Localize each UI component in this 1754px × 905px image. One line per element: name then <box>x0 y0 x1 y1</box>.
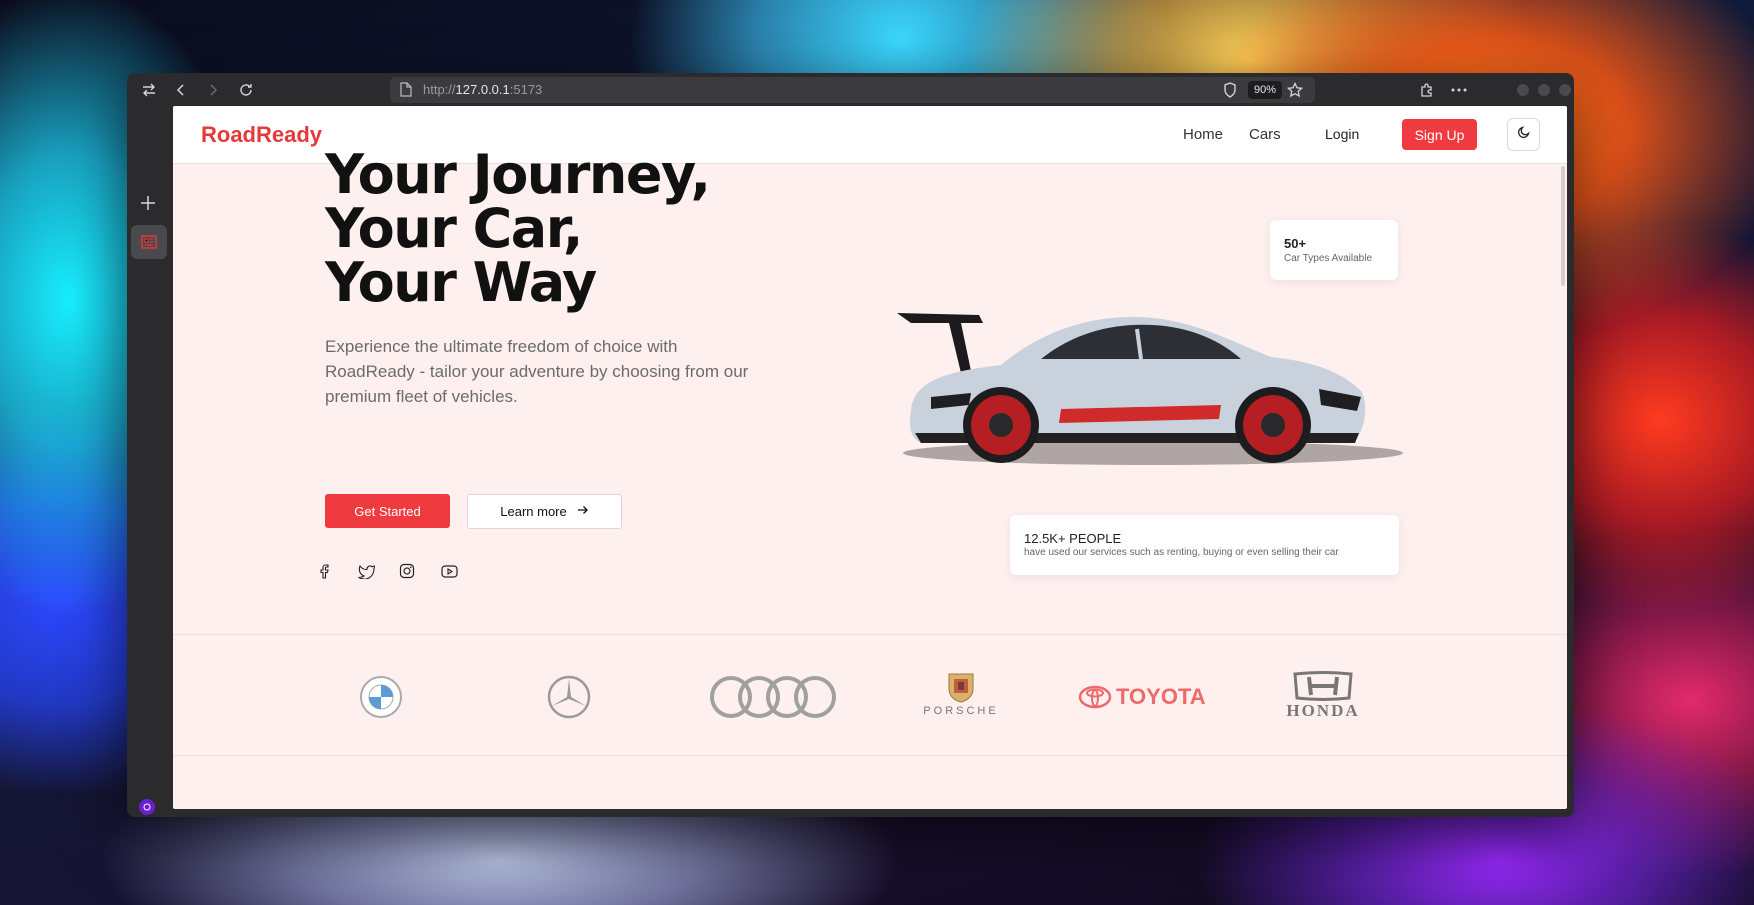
get-started-button[interactable]: Get Started <box>325 494 450 528</box>
more-icon[interactable] <box>1449 80 1469 100</box>
arrow-right-icon <box>577 504 589 519</box>
ai-assistant-icon[interactable] <box>139 799 155 815</box>
hero-title-line: Your Car, <box>325 197 583 260</box>
web-page: RoadReady Home Cars Login Sign Up Your J… <box>173 106 1567 809</box>
audi-logo <box>709 675 837 724</box>
url-text: http://127.0.0.1:5173 <box>423 82 543 97</box>
zoom-level[interactable]: 90% <box>1248 81 1282 99</box>
signup-button[interactable]: Sign Up <box>1402 119 1477 150</box>
swap-icon[interactable] <box>139 80 159 100</box>
browser-sidebar <box>127 107 173 817</box>
reload-icon[interactable] <box>236 80 256 100</box>
forward-icon[interactable] <box>203 80 223 100</box>
porsche-logo: PORSCHE <box>913 671 1009 719</box>
maximize-button[interactable] <box>1538 84 1550 96</box>
stat-label: Car Types Available <box>1284 253 1373 264</box>
theme-toggle-button[interactable] <box>1507 118 1540 151</box>
youtube-icon[interactable] <box>437 559 461 583</box>
stat-number: 12.5K+ PEOPLE <box>1024 531 1122 546</box>
back-icon[interactable] <box>171 80 191 100</box>
hero-car-image <box>891 301 1411 476</box>
minimize-button[interactable] <box>1517 84 1529 96</box>
login-button[interactable]: Login <box>1325 126 1359 142</box>
browser-window: http://127.0.0.1:5173 90% RoadReady Home… <box>127 73 1574 817</box>
twitter-icon[interactable] <box>354 559 378 583</box>
moon-icon <box>1517 125 1531 144</box>
browser-toolbar: http://127.0.0.1:5173 90% <box>127 73 1574 107</box>
instagram-icon[interactable] <box>395 559 419 583</box>
hero-title-line: Your Way <box>325 251 597 314</box>
honda-wordmark: HONDA <box>1286 701 1360 720</box>
hero-title: Your Journey, Your Car, Your Way <box>325 143 711 314</box>
hero-description: Experience the ultimate freedom of choic… <box>325 337 749 406</box>
toyota-wordmark: TOYOTA <box>1116 684 1206 709</box>
document-icon <box>400 82 412 102</box>
address-bar[interactable]: http://127.0.0.1:5173 <box>390 77 1315 103</box>
mercedes-logo <box>547 675 591 724</box>
nav-cars-link[interactable]: Cars <box>1249 126 1281 143</box>
learn-more-button[interactable]: Learn more <box>467 494 622 529</box>
new-tab-icon[interactable] <box>140 195 156 216</box>
bmw-logo <box>359 675 403 724</box>
site-logo[interactable]: RoadReady <box>201 122 322 148</box>
stat-number: 50+ <box>1284 236 1307 251</box>
learn-more-label: Learn more <box>500 504 567 519</box>
page-scrollbar[interactable] <box>1561 166 1565 286</box>
shield-icon[interactable] <box>1220 80 1240 100</box>
stat-card-people: 12.5K+ PEOPLE have used our services suc… <box>1010 515 1399 575</box>
stat-card-car-types: 50+ Car Types Available <box>1270 220 1398 280</box>
extension-icon[interactable] <box>1417 80 1437 100</box>
honda-logo: HONDA <box>1263 671 1383 720</box>
tab-favicon[interactable] <box>131 225 167 259</box>
facebook-icon[interactable] <box>313 559 337 583</box>
stat-label: have used our services such as renting, … <box>1024 547 1339 558</box>
brand-logos-strip: PORSCHE TOYOTA HONDA <box>173 634 1567 756</box>
toyota-logo: TOYOTA <box>1078 683 1206 711</box>
nav-home-link[interactable]: Home <box>1183 126 1223 143</box>
porsche-wordmark: PORSCHE <box>923 705 999 717</box>
star-icon[interactable] <box>1285 80 1305 100</box>
hero-title-line: Your Journey, <box>325 143 711 206</box>
close-button[interactable] <box>1559 84 1571 96</box>
